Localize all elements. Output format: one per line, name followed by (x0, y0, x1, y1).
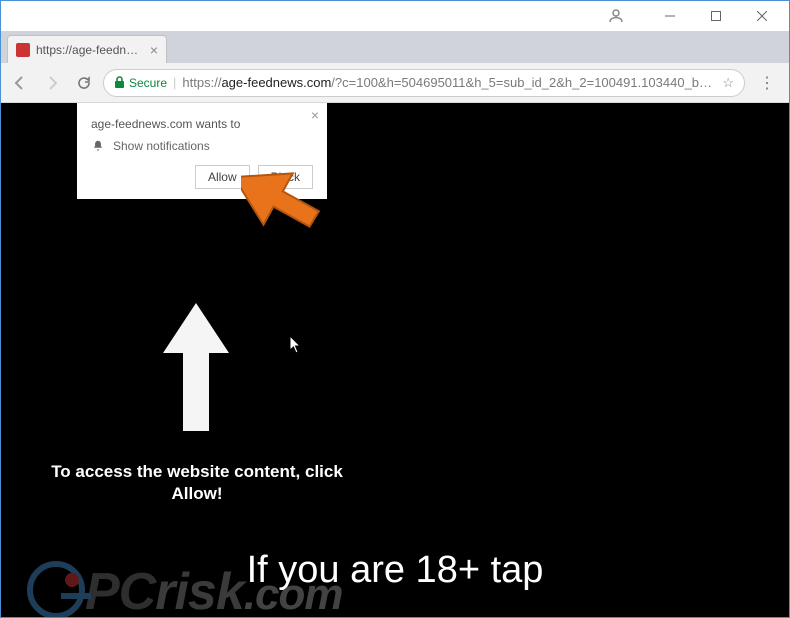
permission-capability: Show notifications (113, 139, 210, 153)
watermark-logo-icon (27, 561, 89, 617)
tab-title: https://age-feednews.co (36, 43, 144, 57)
nav-buttons (11, 74, 93, 92)
orange-pointer-arrow-icon (241, 151, 321, 246)
omnibox[interactable]: Secure | https://age-feednews.com/?c=100… (103, 69, 745, 97)
close-icon[interactable]: × (311, 107, 319, 123)
lock-icon (114, 76, 125, 89)
back-button[interactable] (11, 74, 29, 92)
watermark-text: PCrisk.com (85, 562, 342, 617)
window-minimize-button[interactable] (647, 1, 693, 31)
browser-window: https://age-feednews.co × Secure | https… (0, 0, 790, 618)
page-content: × age-feednews.com wants to Show notific… (1, 103, 789, 617)
window-titlebar (1, 1, 789, 31)
forward-button[interactable] (43, 74, 61, 92)
secure-label: Secure (129, 76, 167, 90)
browser-tab[interactable]: https://age-feednews.co × (7, 35, 167, 63)
watermark: PCrisk.com (27, 561, 342, 617)
tab-strip: https://age-feednews.co × (1, 31, 789, 63)
up-arrow-icon (159, 297, 233, 442)
secure-badge: Secure (114, 76, 167, 90)
window-close-button[interactable] (739, 1, 785, 31)
reload-button[interactable] (75, 74, 93, 92)
close-tab-icon[interactable]: × (150, 43, 158, 57)
bookmark-star-icon[interactable]: ☆ (722, 75, 734, 91)
permission-origin: age-feednews.com wants to (91, 117, 313, 131)
favicon-icon (16, 43, 30, 57)
instruction-text: To access the website content, click All… (47, 461, 347, 505)
url-text: https://age-feednews.com/?c=100&h=504695… (182, 75, 716, 90)
address-bar: Secure | https://age-feednews.com/?c=100… (1, 63, 789, 103)
mouse-cursor-icon (289, 335, 303, 360)
browser-menu-icon[interactable]: ⋮ (755, 73, 779, 93)
user-avatar-icon[interactable] (593, 1, 639, 31)
window-maximize-button[interactable] (693, 1, 739, 31)
bell-icon (91, 139, 105, 153)
